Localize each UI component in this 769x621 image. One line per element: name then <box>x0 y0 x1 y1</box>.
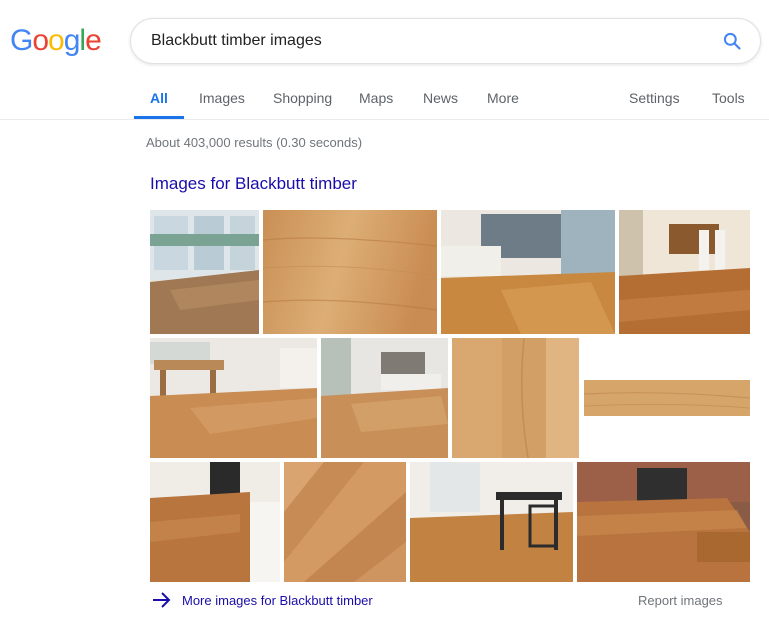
tab-news[interactable]: News <box>423 90 458 106</box>
logo-letter: g <box>63 24 81 57</box>
tab-images[interactable]: Images <box>199 90 245 106</box>
arrow-right-icon <box>153 592 171 608</box>
image-thumbnail-board[interactable] <box>452 338 579 458</box>
image-thumbnail-lounge[interactable] <box>321 338 448 458</box>
google-logo[interactable]: Google <box>10 24 102 58</box>
tab-settings[interactable]: Settings <box>629 90 680 106</box>
image-pack-heading[interactable]: Images for Blackbutt timber <box>150 174 357 194</box>
image-thumbnail-deck[interactable] <box>577 462 750 582</box>
image-thumbnail-hallway[interactable] <box>150 462 280 582</box>
active-tab-indicator <box>134 116 184 119</box>
more-images-label: More images for Blackbutt timber <box>182 592 373 608</box>
image-thumbnail-living-room[interactable] <box>441 210 615 334</box>
report-images-link[interactable]: Report images <box>638 593 723 608</box>
search-icon[interactable] <box>722 31 742 51</box>
image-thumbnail-grain[interactable] <box>263 210 437 334</box>
logo-letter: o <box>48 24 65 57</box>
tab-shopping[interactable]: Shopping <box>273 90 332 106</box>
logo-letter: o <box>32 24 49 57</box>
image-thumbnail-strip[interactable] <box>584 380 750 416</box>
tab-maps[interactable]: Maps <box>359 90 393 106</box>
tab-all[interactable]: All <box>150 90 168 106</box>
result-stats: About 403,000 results (0.30 seconds) <box>146 135 363 150</box>
tab-tools[interactable]: Tools <box>712 90 745 106</box>
image-thumbnail-dining-room[interactable] <box>619 210 750 334</box>
image-thumbnail-sunroom[interactable] <box>150 210 259 334</box>
logo-letter: G <box>10 24 33 57</box>
logo-letter: e <box>85 24 102 57</box>
search-tabs: All Images Shopping Maps News More Setti… <box>0 78 769 120</box>
image-thumbnail-dining-table[interactable] <box>410 462 573 582</box>
image-thumbnail-bench[interactable] <box>150 338 317 458</box>
search-input[interactable] <box>151 19 711 63</box>
image-thumbnail-floor[interactable] <box>284 462 406 582</box>
more-images-link[interactable]: More images for Blackbutt timber <box>152 590 373 610</box>
tab-more[interactable]: More <box>487 90 519 106</box>
search-box <box>130 18 761 64</box>
